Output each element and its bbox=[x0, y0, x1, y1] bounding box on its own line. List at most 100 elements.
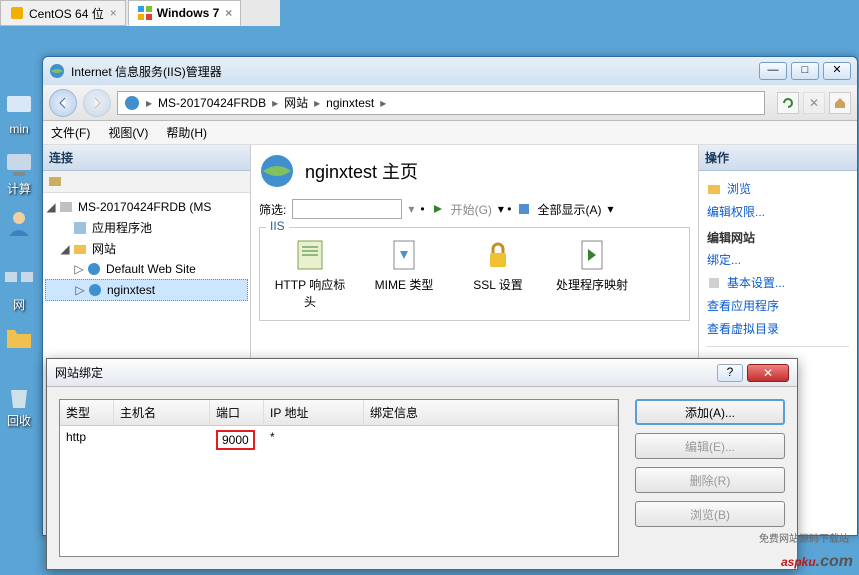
back-button[interactable] bbox=[49, 89, 77, 117]
cell-host bbox=[114, 426, 210, 454]
connections-header: 连接 bbox=[43, 145, 250, 171]
globe-icon bbox=[259, 153, 295, 189]
crumb-host[interactable]: MS-20170424FRDB bbox=[158, 96, 266, 110]
home-button[interactable] bbox=[829, 92, 851, 114]
filter-input[interactable] bbox=[292, 199, 402, 219]
icon-label: min bbox=[9, 122, 28, 136]
expand-icon[interactable]: ▷ bbox=[74, 283, 86, 297]
crumb-sites[interactable]: 网站 bbox=[284, 94, 308, 111]
table-header: 类型 主机名 端口 IP 地址 绑定信息 bbox=[60, 400, 618, 426]
actions-header: 操作 bbox=[699, 145, 857, 171]
tree-label: Default Web Site bbox=[106, 262, 196, 276]
action-label: 查看应用程序 bbox=[707, 297, 779, 314]
start-label[interactable]: 开始(G) bbox=[451, 201, 492, 218]
vm-tab-windows[interactable]: Windows 7 × bbox=[128, 0, 242, 26]
col-ip[interactable]: IP 地址 bbox=[264, 400, 364, 425]
address-bar[interactable]: ▸ MS-20170424FRDB ▸ 网站 ▸ nginxtest ▸ bbox=[117, 91, 765, 115]
feature-label: SSL 设置 bbox=[458, 276, 538, 293]
action-browse[interactable]: 浏览 bbox=[707, 177, 849, 200]
titlebar: Internet 信息服务(IIS)管理器 — □ ✕ bbox=[43, 57, 857, 85]
recycle-icon[interactable]: 回收 bbox=[0, 380, 38, 430]
help-button[interactable]: ? bbox=[717, 364, 743, 382]
computer-icon[interactable]: 计算 bbox=[0, 148, 38, 198]
action-basic[interactable]: 基本设置... bbox=[707, 271, 849, 294]
action-edit-perm[interactable]: 编辑权限... bbox=[707, 200, 849, 223]
crumb-site[interactable]: nginxtest bbox=[326, 96, 374, 110]
tree-label: 应用程序池 bbox=[92, 219, 152, 236]
showall-icon[interactable] bbox=[517, 202, 531, 216]
folder-icon[interactable] bbox=[0, 322, 38, 372]
expand-icon[interactable]: ▷ bbox=[73, 262, 85, 276]
feature-label: MIME 类型 bbox=[364, 276, 444, 293]
col-bind[interactable]: 绑定信息 bbox=[364, 400, 618, 425]
dialog-title: 网站绑定 bbox=[55, 364, 717, 381]
forward-button[interactable] bbox=[83, 89, 111, 117]
table-row[interactable]: http 9000 * bbox=[60, 426, 618, 454]
col-host[interactable]: 主机名 bbox=[114, 400, 210, 425]
tree-sites[interactable]: ◢ 网站 bbox=[45, 238, 248, 259]
iis-icon bbox=[49, 63, 65, 79]
vm-tab-label: CentOS 64 位 bbox=[29, 5, 104, 22]
vm-tabs: CentOS 64 位 × Windows 7 × bbox=[0, 0, 280, 26]
globe-icon bbox=[86, 261, 102, 277]
collapse-icon[interactable]: ◢ bbox=[59, 242, 71, 256]
browse-button[interactable]: 浏览(B) bbox=[635, 501, 785, 527]
close-button[interactable]: ✕ bbox=[823, 62, 851, 80]
bindings-table[interactable]: 类型 主机名 端口 IP 地址 绑定信息 http 9000 * bbox=[59, 399, 619, 557]
port-highlight: 9000 bbox=[216, 430, 255, 450]
cell-bind bbox=[364, 426, 618, 454]
col-type[interactable]: 类型 bbox=[60, 400, 114, 425]
action-bindings[interactable]: 绑定... bbox=[707, 248, 849, 271]
stop-button[interactable]: ✕ bbox=[803, 92, 825, 114]
apppool-icon bbox=[72, 220, 88, 236]
server-icon bbox=[58, 199, 74, 215]
add-button[interactable]: 添加(A)... bbox=[635, 399, 785, 425]
tree-nginxtest[interactable]: ▷ nginxtest bbox=[45, 279, 248, 301]
mime-icon bbox=[386, 237, 422, 273]
action-group-editsite: 编辑网站 bbox=[707, 223, 849, 248]
feature-mime[interactable]: MIME 类型 bbox=[364, 237, 444, 310]
menu-help[interactable]: 帮助(H) bbox=[166, 124, 207, 141]
tree-default-site[interactable]: ▷ Default Web Site bbox=[45, 259, 248, 279]
go-icon[interactable] bbox=[431, 202, 445, 216]
tree-apppool[interactable]: 应用程序池 bbox=[45, 217, 248, 238]
desktop-icon[interactable]: min bbox=[0, 90, 38, 140]
network-icon[interactable]: 网 bbox=[0, 264, 38, 314]
collapse-icon[interactable]: ◢ bbox=[45, 200, 57, 214]
maximize-button[interactable]: □ bbox=[791, 62, 819, 80]
feature-ssl[interactable]: SSL 设置 bbox=[458, 237, 538, 310]
explorer-icon bbox=[707, 182, 721, 196]
user-icon[interactable] bbox=[0, 206, 38, 256]
home-icon bbox=[833, 96, 847, 110]
menu-view[interactable]: 视图(V) bbox=[108, 124, 148, 141]
feature-http-headers[interactable]: HTTP 响应标头 bbox=[270, 237, 350, 310]
site-bindings-dialog: 网站绑定 ? ✕ 类型 主机名 端口 IP 地址 绑定信息 http 9000 … bbox=[46, 358, 798, 570]
http-icon bbox=[292, 237, 328, 273]
edit-button[interactable]: 编辑(E)... bbox=[635, 433, 785, 459]
delete-button[interactable]: 删除(R) bbox=[635, 467, 785, 493]
action-view-app[interactable]: 查看应用程序 bbox=[707, 294, 849, 317]
action-view-vdir[interactable]: 查看虚拟目录 bbox=[707, 317, 849, 340]
nav-bar: ▸ MS-20170424FRDB ▸ 网站 ▸ nginxtest ▸ ✕ bbox=[43, 85, 857, 121]
icon-label: 网 bbox=[13, 296, 25, 313]
col-port[interactable]: 端口 bbox=[210, 400, 264, 425]
folder-icon[interactable] bbox=[47, 173, 63, 189]
showall-label[interactable]: 全部显示(A) bbox=[537, 201, 601, 218]
minimize-button[interactable]: — bbox=[759, 62, 787, 80]
tree-label: nginxtest bbox=[107, 283, 155, 297]
close-button[interactable]: ✕ bbox=[747, 364, 789, 382]
close-icon[interactable]: × bbox=[110, 6, 117, 20]
vm-tab-centos[interactable]: CentOS 64 位 × bbox=[0, 0, 126, 26]
refresh-button[interactable] bbox=[777, 92, 799, 114]
tree-host[interactable]: ◢ MS-20170424FRDB (MS bbox=[45, 197, 248, 217]
menu-file[interactable]: 文件(F) bbox=[51, 124, 90, 141]
settings-icon bbox=[707, 276, 721, 290]
linux-icon bbox=[9, 5, 25, 21]
feature-handler[interactable]: 处理程序映射 bbox=[552, 237, 632, 310]
close-icon[interactable]: × bbox=[225, 6, 232, 20]
tree-label: 网站 bbox=[92, 240, 116, 257]
feature-label: HTTP 响应标头 bbox=[270, 276, 350, 310]
watermark: aspku.com bbox=[781, 542, 853, 573]
filter-bar: 筛选: ▾ • 开始(G) ▾ • 全部显示(A) ▾ bbox=[259, 199, 690, 219]
tree-label: MS-20170424FRDB (MS bbox=[78, 200, 211, 214]
